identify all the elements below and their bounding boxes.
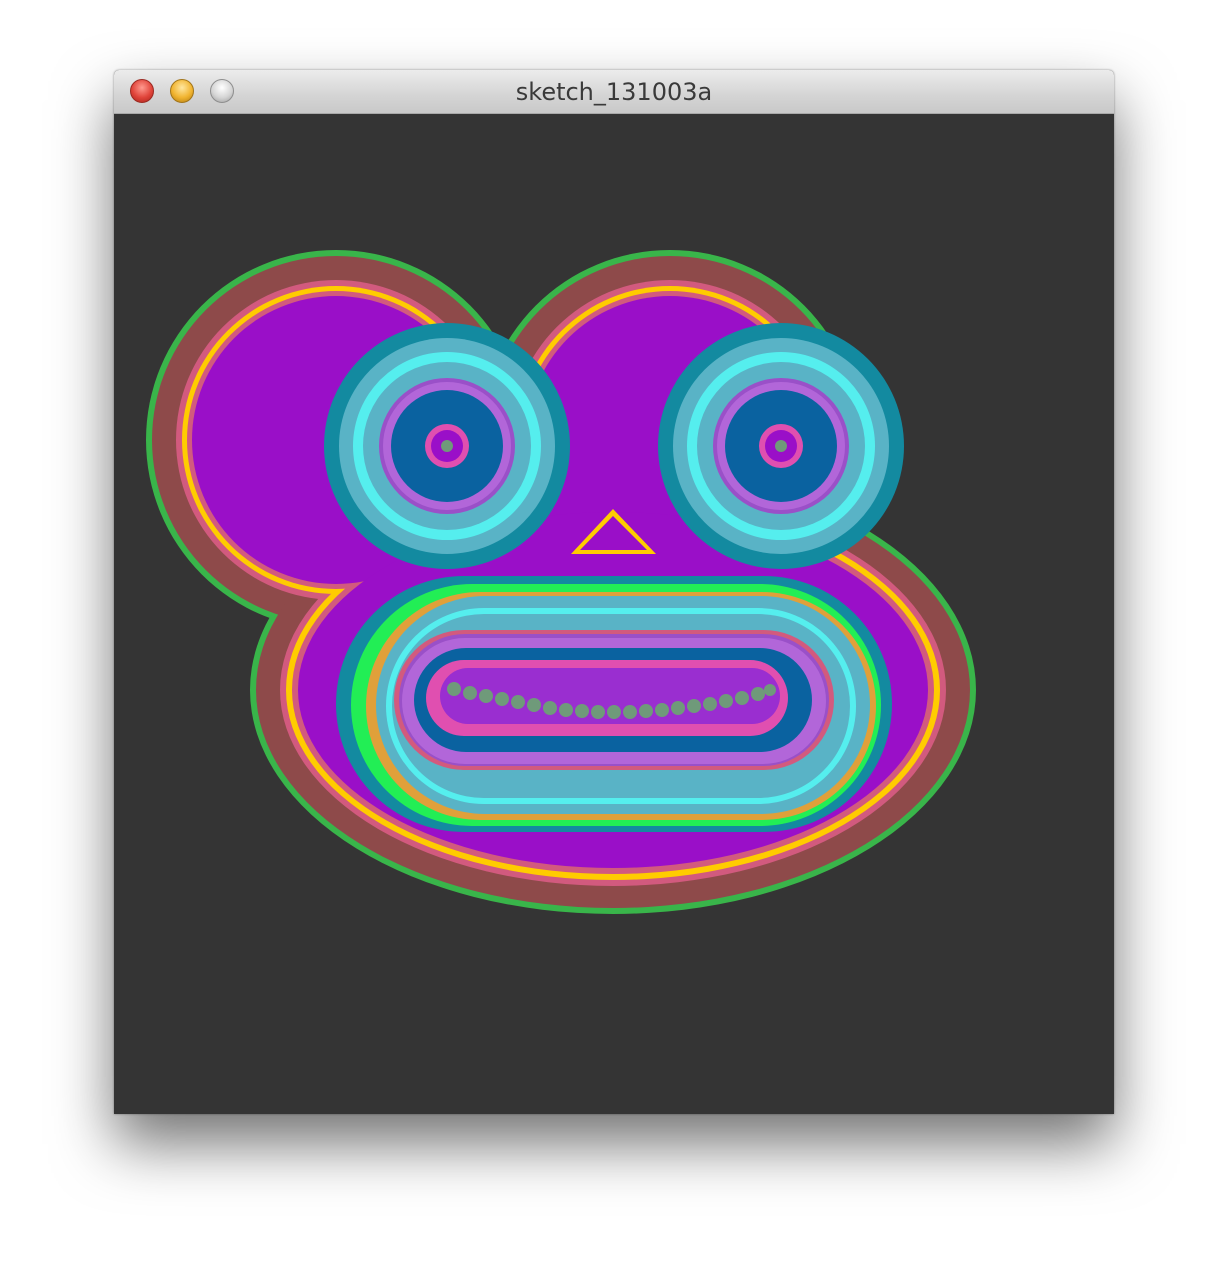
left-eye [324, 323, 570, 569]
sketch-window: sketch_131003a [114, 70, 1114, 1114]
sketch-canvas[interactable] [114, 114, 1114, 1114]
window-title: sketch_131003a [515, 78, 713, 106]
mouth [336, 576, 892, 832]
frog-face-drawing [146, 250, 976, 914]
title-bar[interactable]: sketch_131003a [114, 70, 1114, 114]
right-eye [658, 323, 904, 569]
